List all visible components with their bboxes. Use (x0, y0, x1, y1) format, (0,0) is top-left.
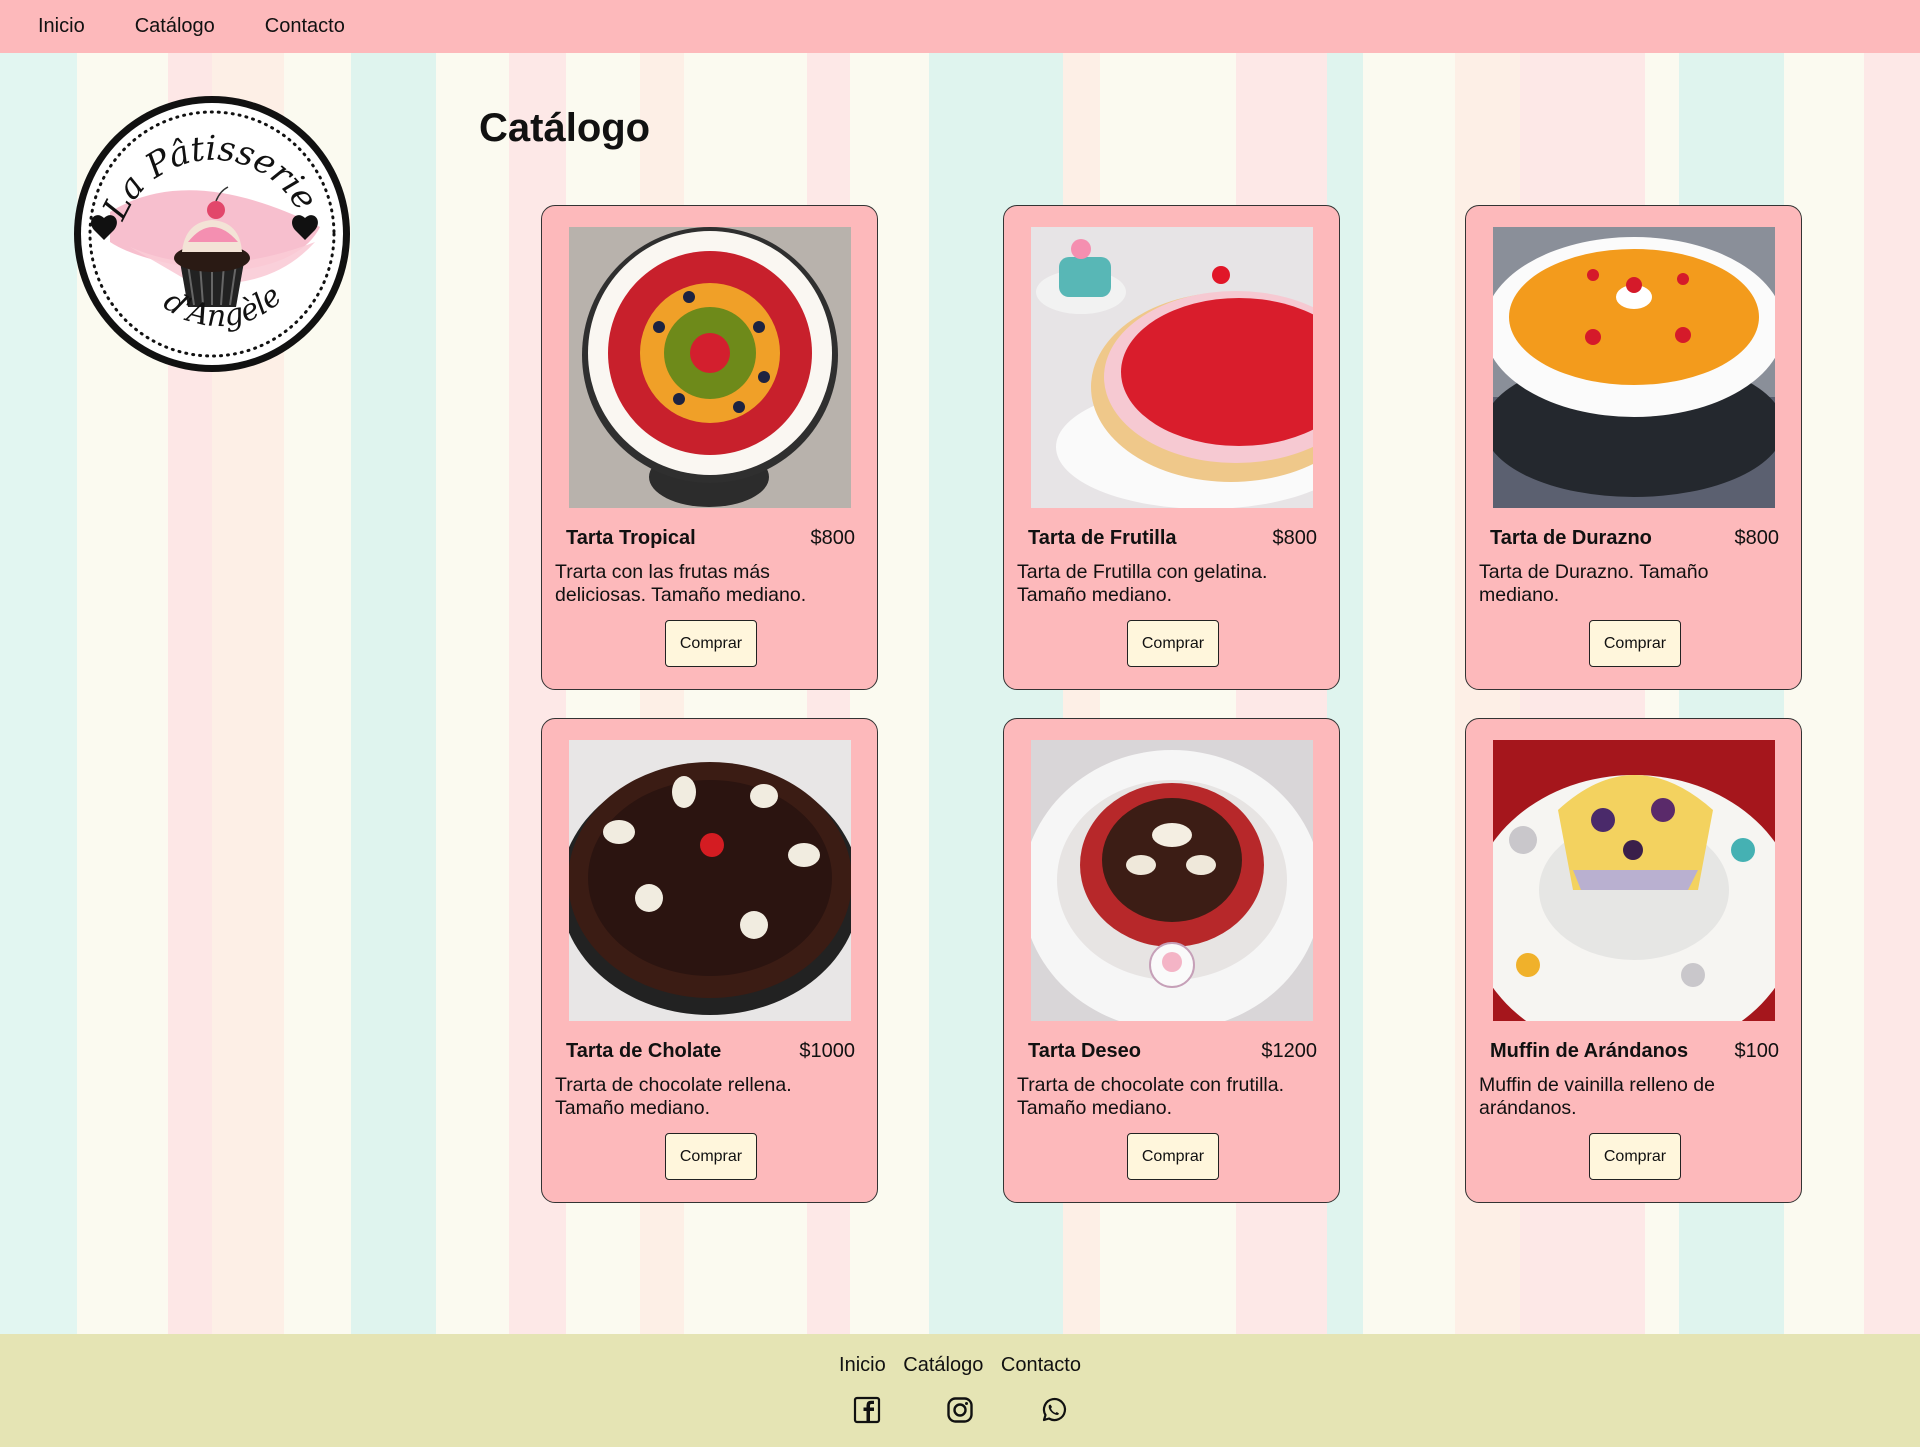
product-name: Tarta Tropical (566, 527, 696, 549)
product-price: $1000 (799, 1040, 855, 1062)
product-image-strawberry-tart (1031, 227, 1313, 508)
product-price: $800 (1272, 527, 1318, 549)
product-image-peach-tart (1493, 227, 1775, 508)
product-description: Tarta de Durazno. Tamaño mediano. (1479, 561, 1709, 606)
product-description: Muffin de vainilla relleno de arándanos. (1479, 1074, 1715, 1119)
page: Inicio Catálogo Contacto La Pâtisserie d… (0, 0, 1920, 1447)
nav-link-contacto[interactable]: Contacto (265, 15, 345, 38)
buy-button[interactable]: Comprar (665, 1133, 757, 1180)
whatsapp-icon[interactable] (1039, 1396, 1067, 1424)
buy-button[interactable]: Comprar (1589, 1133, 1681, 1180)
product-image-blueberry-muffin (1493, 740, 1775, 1021)
product-name: Muffin de Arándanos (1490, 1040, 1689, 1062)
product-description: Trarta de chocolate rellena. Tamaño medi… (555, 1074, 792, 1119)
product-price: $800 (1734, 527, 1780, 549)
product-card: Muffin de Arándanos $100 Muffin de vaini… (1465, 718, 1802, 1203)
product-image-chocolate-strawberry-tart (1031, 740, 1313, 1021)
buy-button[interactable]: Comprar (1589, 620, 1681, 667)
product-description: Trarta con las frutas más deliciosas. Ta… (555, 561, 807, 606)
product-price: $100 (1734, 1040, 1780, 1062)
facebook-icon[interactable] (853, 1396, 881, 1424)
product-card: Tarta Deseo $1200 Trarta de chocolate co… (1003, 718, 1340, 1203)
product-price: $1200 (1261, 1040, 1317, 1062)
nav-link-inicio[interactable]: Inicio (38, 15, 85, 38)
footer-links: Inicio Catálogo Contacto (0, 1354, 1920, 1377)
top-nav: Inicio Catálogo Contacto (0, 0, 1920, 53)
footer: Inicio Catálogo Contacto (0, 1334, 1920, 1447)
footer-link-catalogo[interactable]: Catálogo (903, 1354, 983, 1376)
product-price: $800 (810, 527, 856, 549)
buy-button[interactable]: Comprar (1127, 620, 1219, 667)
product-card: Tarta de Frutilla $800 Tarta de Frutilla… (1003, 205, 1340, 690)
product-image-chocolate-tart (569, 740, 851, 1021)
footer-link-contacto[interactable]: Contacto (1001, 1354, 1081, 1376)
product-image-tropical-tart (569, 227, 851, 508)
product-description: Trarta de chocolate con frutilla. Tamaño… (1017, 1074, 1284, 1119)
instagram-icon[interactable] (946, 1396, 974, 1424)
product-name: Tarta de Durazno (1490, 527, 1652, 549)
footer-link-inicio[interactable]: Inicio (839, 1354, 886, 1376)
product-card: Tarta Tropical $800 Trarta con las fruta… (541, 205, 878, 690)
product-card: Tarta de Durazno $800 Tarta de Durazno. … (1465, 205, 1802, 690)
page-title: Catálogo (479, 106, 651, 150)
product-description: Tarta de Frutilla con gelatina. Tamaño m… (1017, 561, 1268, 606)
buy-button[interactable]: Comprar (1127, 1133, 1219, 1180)
nav-link-catalogo[interactable]: Catálogo (135, 15, 215, 38)
product-name: Tarta Deseo (1028, 1040, 1142, 1062)
brand-logo: La Pâtisserie d'Angèle (70, 92, 354, 376)
buy-button[interactable]: Comprar (665, 620, 757, 667)
social-links (0, 1396, 1920, 1424)
product-name: Tarta de Frutilla (1028, 527, 1177, 549)
product-card: Tarta de Cholate $1000 Trarta de chocola… (541, 718, 878, 1203)
product-name: Tarta de Cholate (566, 1040, 722, 1062)
